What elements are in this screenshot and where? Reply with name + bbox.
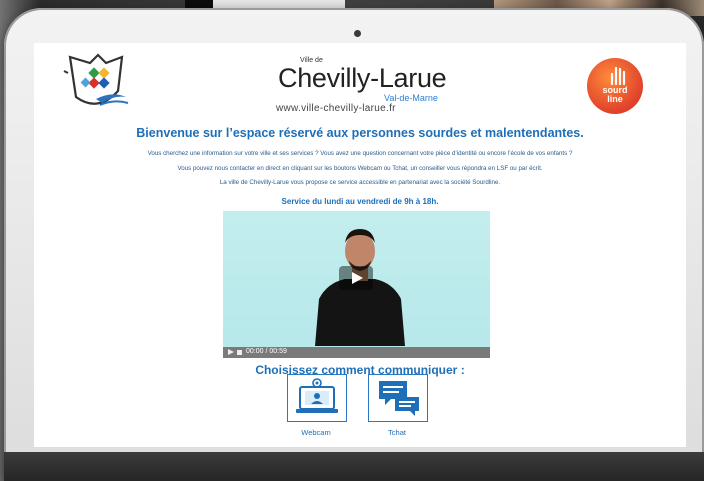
city-brand[interactable]: Ville de Chevilly-Larue Val-de-Marne www… (262, 57, 462, 117)
video-player[interactable] (223, 211, 490, 347)
tchat-button[interactable] (368, 374, 428, 422)
brand-website: www.ville-chevilly-larue.fr (276, 103, 396, 114)
service-hours: Service du lundi au vendredi de 9h à 18h… (281, 197, 439, 206)
play-overlay-button[interactable] (339, 266, 373, 290)
laptop-bezel-bottom (4, 452, 704, 481)
brand-department: Val-de-Marne (384, 93, 438, 103)
chat-bubbles-icon (379, 381, 419, 416)
laptop-screen: Ville de Chevilly-Larue Val-de-Marne www… (34, 43, 686, 447)
webcam-button[interactable] (287, 374, 347, 422)
webcam-label[interactable]: Webcam (286, 428, 346, 437)
city-emblem-logo (63, 53, 129, 106)
intro-paragraph-1: Vous cherchez une information sur votre … (147, 150, 573, 157)
video-controls: 00:00 / 00:59 (223, 347, 490, 358)
video-time: 00:00 / 00:59 (246, 348, 287, 355)
laptop-camera (354, 30, 361, 37)
intro-paragraph-2: Vous pouvez nous contacter en direct en … (177, 165, 543, 172)
webcam-laptop-icon (296, 378, 338, 413)
sourdline-logo-text: sourd line (587, 86, 643, 104)
sourdline-logo[interactable]: sourd line (587, 58, 643, 114)
stop-icon[interactable] (237, 350, 242, 355)
brand-city-name: Chevilly-Larue (278, 63, 447, 93)
play-icon[interactable] (228, 349, 234, 355)
contact-heading: Choisissez comment communiquer : (255, 363, 465, 377)
page-title: Bienvenue sur l’espace réservé aux perso… (136, 126, 584, 140)
sourdline-logo-word-2: line (607, 94, 623, 104)
hand-icon (610, 66, 626, 86)
intro-paragraph-3: La ville de Chevilly-Larue vous propose … (219, 179, 501, 186)
tchat-label[interactable]: Tchat (367, 428, 427, 437)
